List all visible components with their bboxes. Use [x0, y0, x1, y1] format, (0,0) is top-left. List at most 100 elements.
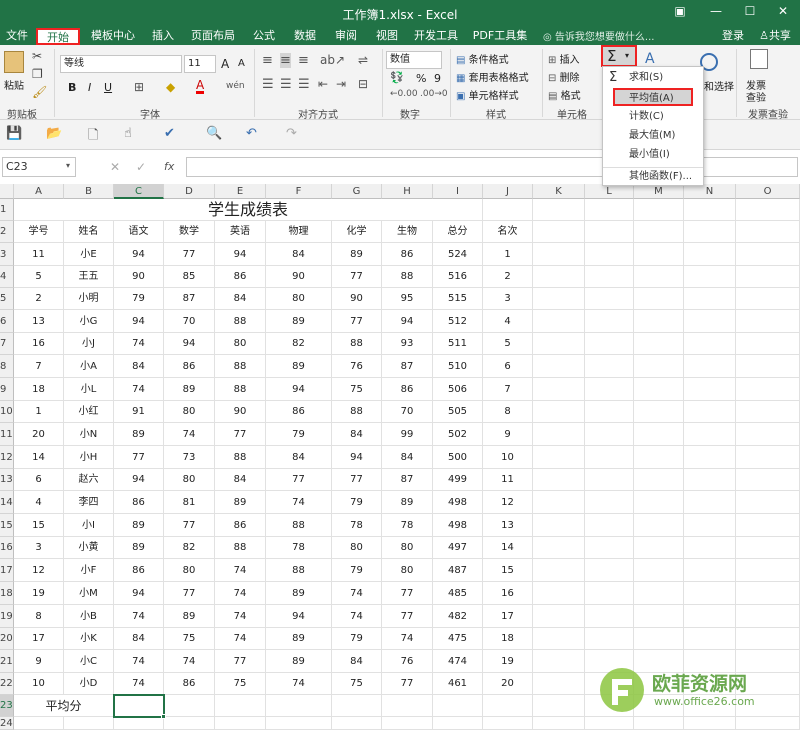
- grid-cell[interactable]: [736, 378, 800, 401]
- table-cell[interactable]: 87: [382, 355, 433, 378]
- row-header-14[interactable]: 14: [0, 491, 14, 514]
- table-cell[interactable]: 94: [215, 243, 266, 266]
- table-cell[interactable]: 14: [483, 537, 533, 559]
- table-cell[interactable]: 506: [433, 378, 483, 401]
- table-cell[interactable]: 74: [382, 628, 433, 650]
- table-cell[interactable]: 88: [215, 310, 266, 333]
- table-cell[interactable]: 84: [382, 446, 433, 469]
- grid-cell[interactable]: [684, 423, 736, 446]
- grid-cell[interactable]: [684, 221, 736, 243]
- table-cell[interactable]: 86: [215, 266, 266, 288]
- menu-item-sum[interactable]: Σ 求和(S): [603, 69, 703, 87]
- grid-cell[interactable]: [585, 199, 634, 221]
- table-cell[interactable]: 79: [332, 559, 382, 582]
- row-header-4[interactable]: 4: [0, 266, 14, 288]
- tab-templates[interactable]: 模板中心: [88, 28, 138, 45]
- grid-cell[interactable]: [585, 537, 634, 559]
- table-cell[interactable]: 74: [215, 559, 266, 582]
- table-cell[interactable]: 5: [483, 333, 533, 355]
- grid-cell[interactable]: [736, 582, 800, 605]
- grid-cell[interactable]: [736, 469, 800, 491]
- grid-cell[interactable]: [684, 717, 736, 730]
- row-header-1[interactable]: 1: [0, 199, 14, 221]
- column-header-k[interactable]: K: [533, 184, 585, 199]
- grid-cell[interactable]: [215, 717, 266, 730]
- table-cell[interactable]: 小F: [64, 559, 114, 582]
- grid-cell[interactable]: [684, 378, 736, 401]
- column-header-n[interactable]: N: [684, 184, 736, 199]
- name-box-chevron-icon[interactable]: ▾: [66, 161, 70, 170]
- table-cell[interactable]: 86: [164, 673, 215, 695]
- table-cell[interactable]: 84: [114, 355, 164, 378]
- table-cell[interactable]: 小N: [64, 423, 114, 446]
- autosum-button[interactable]: Σ ▾: [601, 45, 637, 67]
- menu-item-max[interactable]: 最大值(M): [603, 127, 703, 145]
- row-header-11[interactable]: 11: [0, 423, 14, 446]
- font-size-select[interactable]: 11: [184, 55, 216, 73]
- number-format-select[interactable]: 数值: [386, 51, 442, 69]
- grid-cell[interactable]: [483, 717, 533, 730]
- grid-cell[interactable]: [684, 355, 736, 378]
- paste-button[interactable]: 粘贴: [4, 77, 24, 92]
- grid-cell[interactable]: [533, 378, 585, 401]
- grid-cell[interactable]: [215, 695, 266, 717]
- table-cell[interactable]: 75: [164, 628, 215, 650]
- grid-cell[interactable]: [585, 582, 634, 605]
- grid-cell[interactable]: [634, 401, 684, 423]
- redo-icon[interactable]: ↷: [286, 126, 297, 141]
- table-cell[interactable]: 80: [382, 559, 433, 582]
- table-cell[interactable]: 89: [332, 243, 382, 266]
- grid-cell[interactable]: [634, 717, 684, 730]
- table-cell[interactable]: 89: [266, 310, 332, 333]
- grid-cell[interactable]: [483, 199, 533, 221]
- table-cell[interactable]: 80: [164, 469, 215, 491]
- table-cell[interactable]: 75: [215, 673, 266, 695]
- table-cell[interactable]: 77: [114, 446, 164, 469]
- table-cell[interactable]: 89: [215, 491, 266, 514]
- table-cell[interactable]: 70: [382, 401, 433, 423]
- row-header-6[interactable]: 6: [0, 310, 14, 333]
- table-cell[interactable]: 79: [266, 423, 332, 446]
- table-cell[interactable]: 76: [382, 650, 433, 673]
- tab-insert[interactable]: 插入: [146, 28, 180, 45]
- align-bottom-icon[interactable]: ≡: [298, 53, 309, 68]
- align-center-icon[interactable]: ☰: [280, 77, 292, 92]
- table-cell[interactable]: 小G: [64, 310, 114, 333]
- grid-cell[interactable]: [736, 221, 800, 243]
- wrap-text-icon[interactable]: ⇌: [358, 53, 368, 67]
- grid-cell[interactable]: [585, 469, 634, 491]
- table-cell[interactable]: 15: [14, 514, 64, 537]
- table-cell[interactable]: 88: [332, 333, 382, 355]
- table-cell[interactable]: 74: [332, 605, 382, 628]
- grid-cell[interactable]: [585, 221, 634, 243]
- format-as-table-button[interactable]: ▦ 套用表格格式: [456, 69, 529, 84]
- table-cell[interactable]: 77: [215, 423, 266, 446]
- table-cell[interactable]: 88: [215, 378, 266, 401]
- table-cell[interactable]: 小M: [64, 582, 114, 605]
- grid-cell[interactable]: [585, 310, 634, 333]
- tab-file[interactable]: 文件: [2, 28, 32, 45]
- table-cell[interactable]: 516: [433, 266, 483, 288]
- table-cell[interactable]: 99: [382, 423, 433, 446]
- table-cell[interactable]: 80: [164, 559, 215, 582]
- table-cell[interactable]: 510: [433, 355, 483, 378]
- column-header-l[interactable]: L: [585, 184, 634, 199]
- grid-cell[interactable]: [684, 333, 736, 355]
- save-icon[interactable]: 💾: [6, 126, 22, 141]
- grid-cell[interactable]: [634, 333, 684, 355]
- grid-cell[interactable]: [533, 469, 585, 491]
- grid-cell[interactable]: [533, 559, 585, 582]
- table-cell[interactable]: 4: [483, 310, 533, 333]
- table-cell[interactable]: 74: [215, 628, 266, 650]
- grid-cell[interactable]: [585, 288, 634, 310]
- table-cell[interactable]: 94: [114, 243, 164, 266]
- table-cell[interactable]: 18: [483, 628, 533, 650]
- table-cell[interactable]: 82: [266, 333, 332, 355]
- grid-cell[interactable]: [684, 469, 736, 491]
- cell-styles-button[interactable]: ▣ 单元格样式: [456, 87, 519, 102]
- table-cell[interactable]: 80: [215, 333, 266, 355]
- grid-cell[interactable]: [634, 491, 684, 514]
- column-header-a[interactable]: A: [14, 184, 64, 199]
- table-cell[interactable]: 94: [332, 446, 382, 469]
- grid-cell[interactable]: [634, 378, 684, 401]
